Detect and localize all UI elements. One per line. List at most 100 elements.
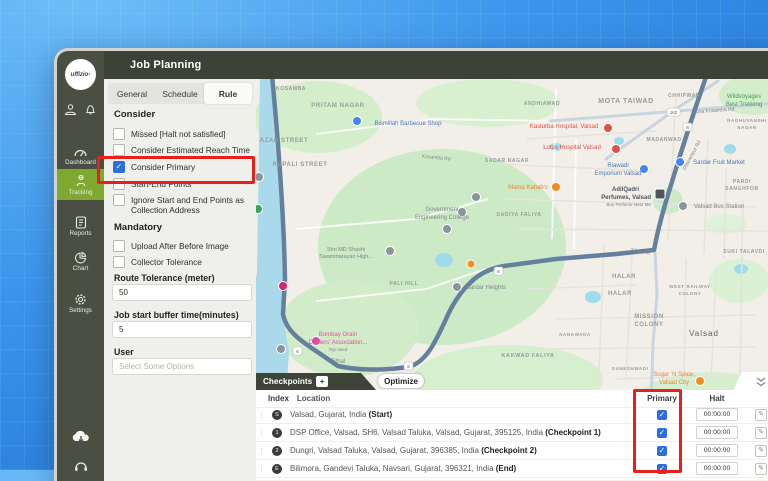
svg-text:Valsad Bus Station: Valsad Bus Station bbox=[694, 204, 744, 210]
poi-bismillah[interactable] bbox=[353, 117, 362, 126]
svg-text:KOSAMBA: KOSAMBA bbox=[276, 86, 306, 92]
poi-green-edge[interactable] bbox=[256, 205, 263, 214]
drag-handle[interactable]: ⋮ bbox=[256, 429, 266, 437]
option-ignore-start-end[interactable]: Ignore Start and End Points as Collectio… bbox=[113, 194, 252, 216]
panel-header: Job Planning bbox=[104, 51, 768, 79]
edit-halt-icon[interactable]: ✎ bbox=[755, 463, 767, 475]
svg-text:Valsad City: Valsad City bbox=[659, 380, 689, 386]
drag-handle[interactable]: ⋮ bbox=[256, 411, 266, 419]
poi-school[interactable] bbox=[386, 247, 395, 256]
svg-text:COLONY: COLONY bbox=[634, 322, 663, 328]
table-row[interactable]: ⋮ S Valsad, Gujarat, India (Start) 00:00… bbox=[256, 406, 768, 424]
poi-pink-pin[interactable] bbox=[279, 282, 288, 291]
poi-spa[interactable] bbox=[277, 345, 286, 354]
svg-text:Shri MD Shashi: Shri MD Shashi bbox=[327, 247, 365, 253]
poi-gray-1[interactable] bbox=[472, 193, 481, 202]
optimize-button[interactable]: Optimize bbox=[378, 374, 424, 388]
option-upload-image[interactable]: Upload After Before Image bbox=[113, 240, 252, 252]
add-checkpoint-button[interactable]: + bbox=[316, 376, 328, 387]
svg-text:PARDI: PARDI bbox=[733, 179, 751, 185]
halt-time-input[interactable]: 00:00:00 bbox=[696, 426, 738, 439]
sidebar-item-chart[interactable]: Chart bbox=[57, 251, 104, 272]
svg-text:Mama Kabab's: Mama Kabab's bbox=[508, 185, 548, 191]
edit-halt-icon[interactable]: ✎ bbox=[755, 409, 767, 421]
svg-text:HALAR: HALAR bbox=[608, 291, 632, 297]
primary-checkbox[interactable] bbox=[657, 428, 667, 438]
primary-checkbox[interactable] bbox=[657, 446, 667, 456]
buffer-time-input[interactable]: 5 bbox=[112, 321, 252, 338]
col-primary: Primary bbox=[633, 394, 691, 403]
halt-time-input[interactable]: 00:00:00 bbox=[696, 462, 738, 475]
bell-icon[interactable] bbox=[84, 103, 97, 121]
checkbox[interactable] bbox=[113, 256, 125, 268]
option-collector-tolerance[interactable]: Collector Tolerance bbox=[113, 256, 252, 268]
sidebar-item-settings[interactable]: Settings bbox=[57, 293, 104, 314]
svg-text:Lotus Hospital Valsad: Lotus Hospital Valsad bbox=[543, 145, 601, 151]
svg-text:KAKWAD FALIYA: KAKWAD FALIYA bbox=[501, 353, 554, 359]
svg-text:Perfumes, Valsad: Perfumes, Valsad bbox=[601, 195, 651, 201]
svg-text:MADANWAD: MADANWAD bbox=[646, 137, 681, 143]
svg-text:SADAR NAGAR: SADAR NAGAR bbox=[485, 158, 529, 164]
svg-text:NAGAR: NAGAR bbox=[737, 125, 757, 130]
primary-checkbox[interactable] bbox=[657, 410, 667, 420]
route-tolerance-input[interactable]: 50 bbox=[112, 284, 252, 301]
svg-text:AdilQadri: AdilQadri bbox=[612, 187, 639, 193]
table-row[interactable]: ⋮ E Bilimora, Gandevi Taluka, Navsari, G… bbox=[256, 460, 768, 478]
map[interactable]: 162 8 8 6 6 bbox=[256, 79, 768, 481]
poi-gray-edge[interactable] bbox=[256, 173, 264, 182]
halt-time-input[interactable]: 00:00:00 bbox=[696, 444, 738, 457]
checkbox[interactable] bbox=[113, 240, 125, 252]
poi-lotus-hospital[interactable] bbox=[612, 145, 621, 154]
dashboard-icon bbox=[57, 146, 104, 158]
option-consider-primary[interactable]: Consider Primary bbox=[113, 161, 252, 173]
checkbox[interactable] bbox=[113, 144, 125, 156]
svg-text:GANESHWADI: GANESHWADI bbox=[611, 366, 648, 371]
tab-rule[interactable]: Rule bbox=[204, 83, 252, 104]
option-start-end-points[interactable]: Start-End Points bbox=[113, 178, 252, 190]
poi-sardar-heights[interactable] bbox=[453, 283, 462, 292]
checkpoints-table: ⋮ Index Location Primary Halt ⋮ S Valsad… bbox=[256, 390, 768, 480]
svg-text:Kasturba Hospital, Valsad: Kasturba Hospital, Valsad bbox=[530, 124, 599, 130]
option-missed[interactable]: Missed [Halt not satisfied] bbox=[113, 128, 252, 140]
poi-valsad-bus-station[interactable] bbox=[679, 202, 688, 211]
poi-gray-3[interactable] bbox=[443, 225, 452, 234]
sidebar-item-dashboard[interactable]: Dashboard bbox=[57, 146, 104, 166]
poi-orange[interactable] bbox=[467, 260, 475, 268]
svg-text:Sardar Fruit Market: Sardar Fruit Market bbox=[693, 160, 745, 166]
user-icon[interactable] bbox=[64, 103, 77, 121]
user-select-input[interactable]: Select Some Options bbox=[112, 358, 252, 375]
svg-text:MOTA TAIWAD: MOTA TAIWAD bbox=[598, 98, 653, 105]
checkbox[interactable] bbox=[113, 128, 125, 140]
cloud-download-icon[interactable] bbox=[57, 429, 104, 444]
poi-mama-kababs[interactable] bbox=[552, 183, 561, 192]
checkbox[interactable] bbox=[113, 194, 125, 206]
drag-handle[interactable]: ⋮ bbox=[256, 447, 266, 455]
halt-time-input[interactable]: 00:00:00 bbox=[696, 408, 738, 421]
poi-adilqadri-building[interactable] bbox=[655, 189, 665, 199]
checkbox[interactable] bbox=[113, 178, 125, 190]
sidebar-item-reports[interactable]: Reports bbox=[57, 216, 104, 237]
edit-halt-icon[interactable]: ✎ bbox=[755, 445, 767, 457]
tab-general[interactable]: General bbox=[108, 83, 156, 104]
chart-icon bbox=[57, 251, 104, 264]
uffizio-logo[interactable]: uffizio• bbox=[65, 59, 96, 90]
tab-schedule[interactable]: Schedule bbox=[156, 83, 204, 104]
sidebar-label: Reports bbox=[57, 230, 104, 237]
sidebar-item-tracking[interactable]: Tracking bbox=[57, 169, 104, 200]
primary-checkbox[interactable] bbox=[657, 464, 667, 474]
col-halt: Halt bbox=[691, 394, 743, 403]
poi-kasturba-hospital[interactable] bbox=[604, 124, 613, 133]
sidebar-label: Tracking bbox=[57, 189, 104, 196]
table-row[interactable]: ⋮ 2 Dungri, Valsad Taluka, Valsad, Gujar… bbox=[256, 442, 768, 460]
svg-text:WEST RAILWAY: WEST RAILWAY bbox=[669, 284, 711, 289]
option-estimated-reach[interactable]: Consider Estimated Reach Time bbox=[113, 144, 252, 156]
edit-halt-icon[interactable]: ✎ bbox=[755, 427, 767, 439]
checkbox[interactable] bbox=[113, 161, 125, 173]
svg-text:Government: Government bbox=[425, 207, 458, 213]
svg-text:Sugar 'N Spice,: Sugar 'N Spice, bbox=[653, 372, 695, 378]
svg-text:162: 162 bbox=[670, 110, 678, 115]
drag-handle[interactable]: ⋮ bbox=[256, 465, 266, 473]
headset-icon[interactable] bbox=[57, 459, 104, 473]
poi-sugar-n-spice[interactable] bbox=[696, 377, 705, 386]
table-row[interactable]: ⋮ 1 DSP Office, Valsad, SH6, Valsad Talu… bbox=[256, 424, 768, 442]
